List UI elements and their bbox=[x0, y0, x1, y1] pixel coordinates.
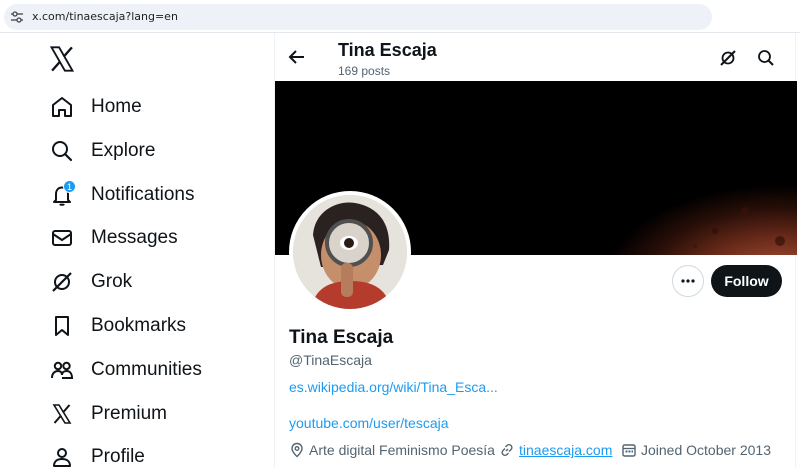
search-icon bbox=[38, 131, 86, 171]
sidebar-item-premium[interactable]: Premium bbox=[38, 394, 258, 434]
avatar[interactable] bbox=[289, 191, 411, 313]
calendar-icon bbox=[622, 444, 636, 457]
sidebar-item-label: Communities bbox=[91, 359, 202, 380]
sidebar-item-label: Grok bbox=[91, 271, 133, 292]
profile-name: Tina Escaja bbox=[289, 327, 394, 348]
profile-header-bar: Tina Escaja 169 posts bbox=[275, 33, 797, 81]
sidebar-item-grok[interactable]: Grok bbox=[38, 262, 258, 302]
sidebar-item-label: Messages bbox=[91, 227, 178, 248]
sidebar-item-notifications[interactable]: 1 Notifications bbox=[38, 175, 258, 215]
sidebar-item-explore[interactable]: Explore bbox=[38, 131, 258, 171]
sidebar-item-profile[interactable]: Profile bbox=[38, 437, 258, 468]
header-name: Tina Escaja bbox=[338, 40, 437, 60]
sidebar-item-messages[interactable]: Messages bbox=[38, 218, 258, 258]
sidebar-item-label: Home bbox=[91, 96, 142, 117]
profile-category: Arte digital Feminismo Poesía bbox=[289, 440, 495, 460]
bookmark-icon bbox=[38, 306, 86, 346]
more-dots-icon bbox=[681, 279, 695, 283]
category-text: Arte digital Feminismo Poesía bbox=[309, 442, 495, 458]
back-arrow-icon[interactable] bbox=[287, 47, 307, 67]
website-link[interactable]: tinaescaja.com bbox=[519, 442, 612, 458]
search-icon[interactable] bbox=[756, 48, 776, 68]
bio-link-youtube[interactable]: youtube.com/user/tescaja bbox=[289, 415, 449, 431]
x-logo-icon bbox=[38, 394, 86, 434]
people-icon bbox=[38, 350, 86, 390]
browser-address-bar: x.com/tinaescaja?lang=en bbox=[0, 0, 800, 33]
profile-joined: Joined October 2013 bbox=[621, 440, 771, 460]
joined-text: Joined October 2013 bbox=[641, 442, 771, 458]
sidebar-item-label: Profile bbox=[91, 446, 145, 467]
site-settings-icon[interactable] bbox=[10, 10, 24, 24]
url-text[interactable]: x.com/tinaescaja?lang=en bbox=[32, 10, 178, 23]
notification-badge: 1 bbox=[63, 180, 76, 193]
sidebar-item-label: Explore bbox=[91, 140, 156, 161]
sidebar-item-home[interactable]: Home bbox=[38, 87, 258, 127]
grok-icon[interactable] bbox=[718, 48, 738, 68]
sidebar-item-label: Bookmarks bbox=[91, 315, 187, 336]
sidebar-item-label: Premium bbox=[91, 403, 168, 424]
more-options-button[interactable] bbox=[672, 265, 704, 297]
sidebar-item-communities[interactable]: Communities bbox=[38, 350, 258, 390]
home-icon bbox=[38, 87, 86, 127]
profile-column: Tina Escaja 169 posts Follow Tina Escaja… bbox=[274, 33, 797, 468]
sidebar: Home Explore 1 Notifications Messages Gr… bbox=[0, 33, 274, 468]
profile-handle: @TinaEscaja bbox=[289, 352, 372, 368]
post-count: 169 posts bbox=[338, 64, 391, 78]
grok-icon bbox=[38, 262, 86, 302]
x-logo-icon[interactable] bbox=[48, 45, 76, 73]
envelope-icon bbox=[38, 218, 86, 258]
location-pin-icon bbox=[291, 442, 303, 458]
link-icon bbox=[501, 443, 513, 457]
sidebar-item-label: Notifications bbox=[91, 184, 195, 205]
follow-button[interactable]: Follow bbox=[711, 265, 782, 297]
person-icon bbox=[38, 437, 86, 468]
profile-website[interactable]: tinaescaja.com bbox=[499, 440, 612, 460]
bio-link-wikipedia[interactable]: es.wikipedia.org/wiki/Tina_Esca... bbox=[289, 379, 498, 395]
sidebar-item-bookmarks[interactable]: Bookmarks bbox=[38, 306, 258, 346]
bell-icon: 1 bbox=[38, 175, 86, 215]
avatar-photo bbox=[293, 195, 407, 309]
